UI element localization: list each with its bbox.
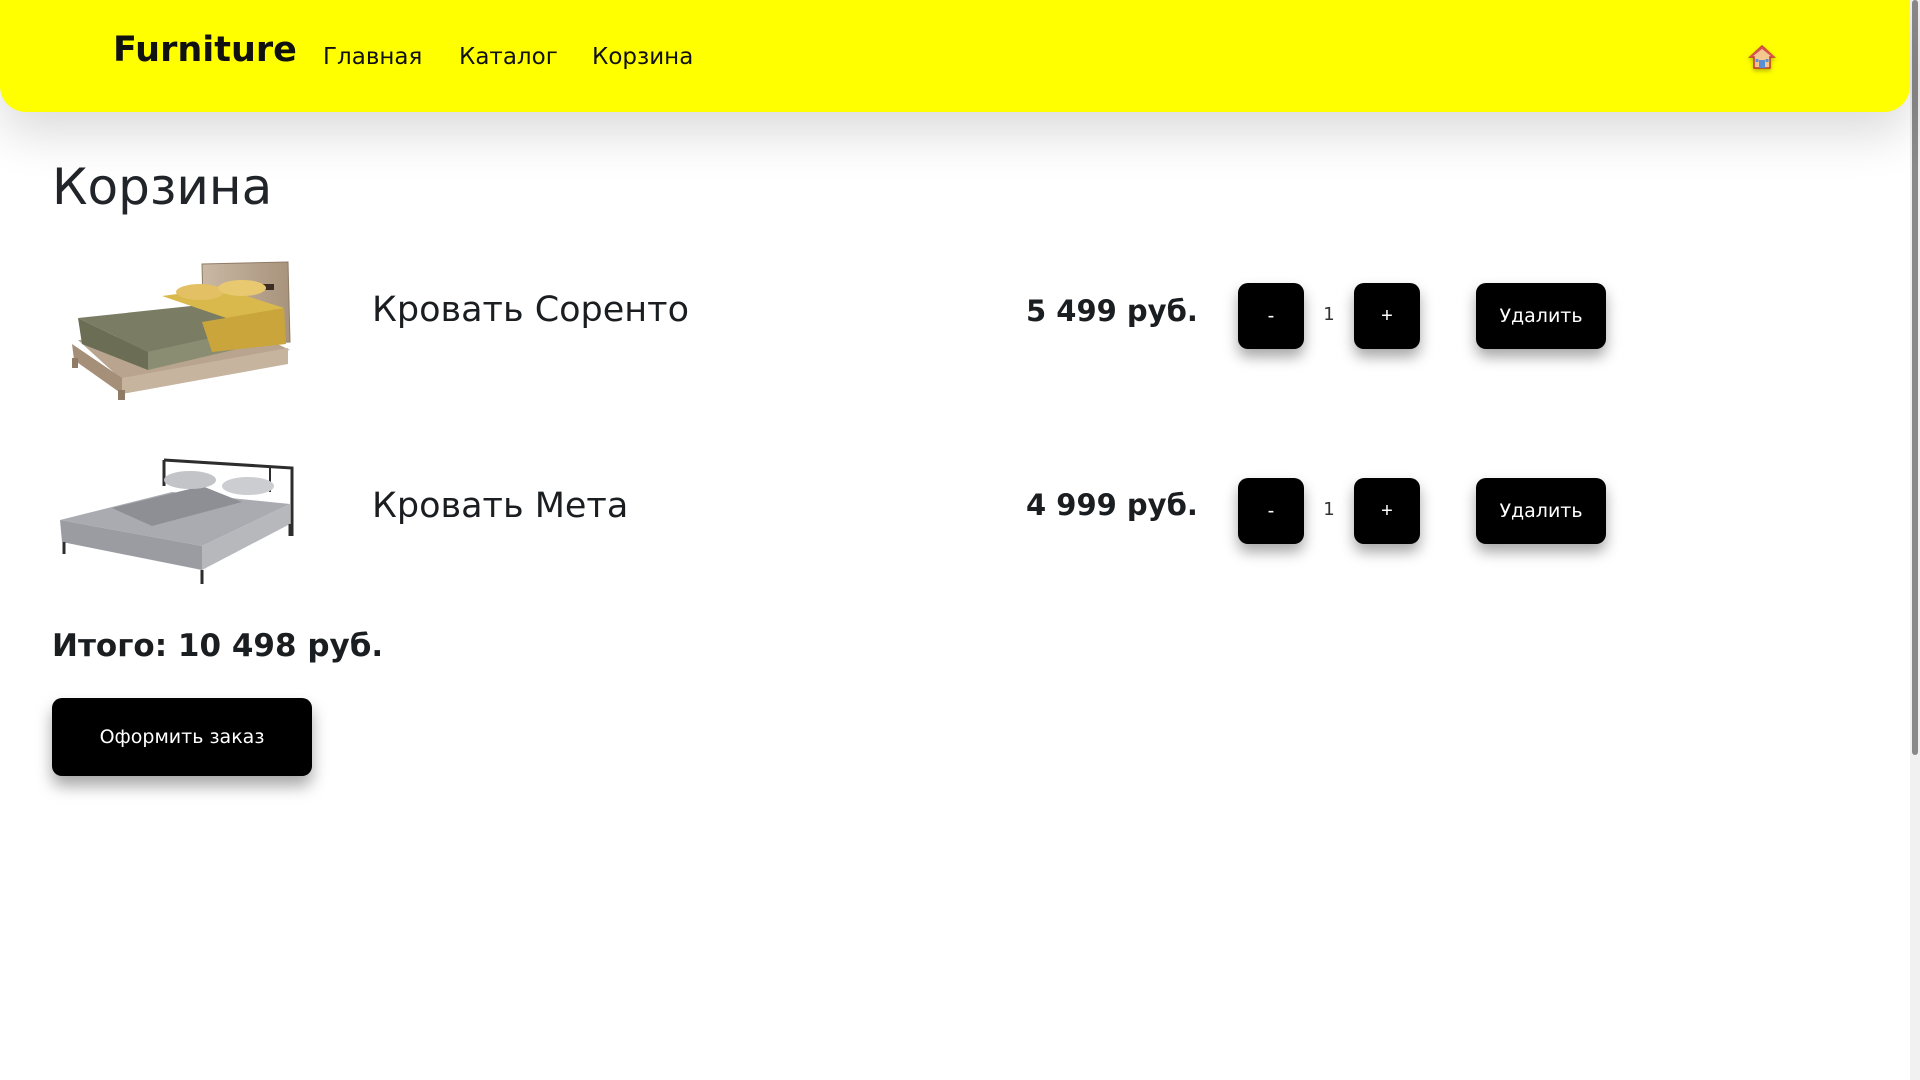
checkout-button[interactable]: Оформить заказ: [52, 698, 312, 776]
item-price: 5 499 руб.: [1026, 294, 1198, 328]
item-price: 4 999 руб.: [1026, 488, 1198, 522]
cart-item: Кровать Соренто 5 499 руб. - 1 + Удалить: [0, 252, 1700, 402]
bed-sorento-image: [72, 261, 291, 400]
top-navbar: Furniture Главная Каталог Корзина: [0, 0, 1910, 112]
page-title: Корзина: [52, 158, 273, 216]
item-name: Кровать Мета: [372, 486, 629, 526]
increment-button[interactable]: +: [1354, 283, 1420, 349]
nav-link-home[interactable]: Главная: [323, 44, 422, 70]
quantity-value: 1: [1323, 499, 1335, 520]
remove-button[interactable]: Удалить: [1476, 283, 1606, 349]
nav-link-cart[interactable]: Корзина: [592, 44, 693, 70]
cart-total: Итого: 10 498 руб.: [52, 628, 384, 664]
item-name: Кровать Соренто: [372, 290, 689, 330]
increment-button[interactable]: +: [1354, 478, 1420, 544]
remove-button[interactable]: Удалить: [1476, 478, 1606, 544]
home-icon[interactable]: [1748, 44, 1776, 70]
brand-logo[interactable]: Furniture: [113, 30, 297, 70]
cart-item: Кровать Мета 4 999 руб. - 1 + Удалить: [0, 446, 1700, 596]
nav-link-catalog[interactable]: Каталог: [459, 44, 558, 70]
scrollbar-thumb[interactable]: [1912, 0, 1918, 755]
decrement-button[interactable]: -: [1238, 478, 1304, 544]
decrement-button[interactable]: -: [1238, 283, 1304, 349]
quantity-value: 1: [1323, 304, 1335, 325]
bed-meta-image: [60, 458, 294, 584]
